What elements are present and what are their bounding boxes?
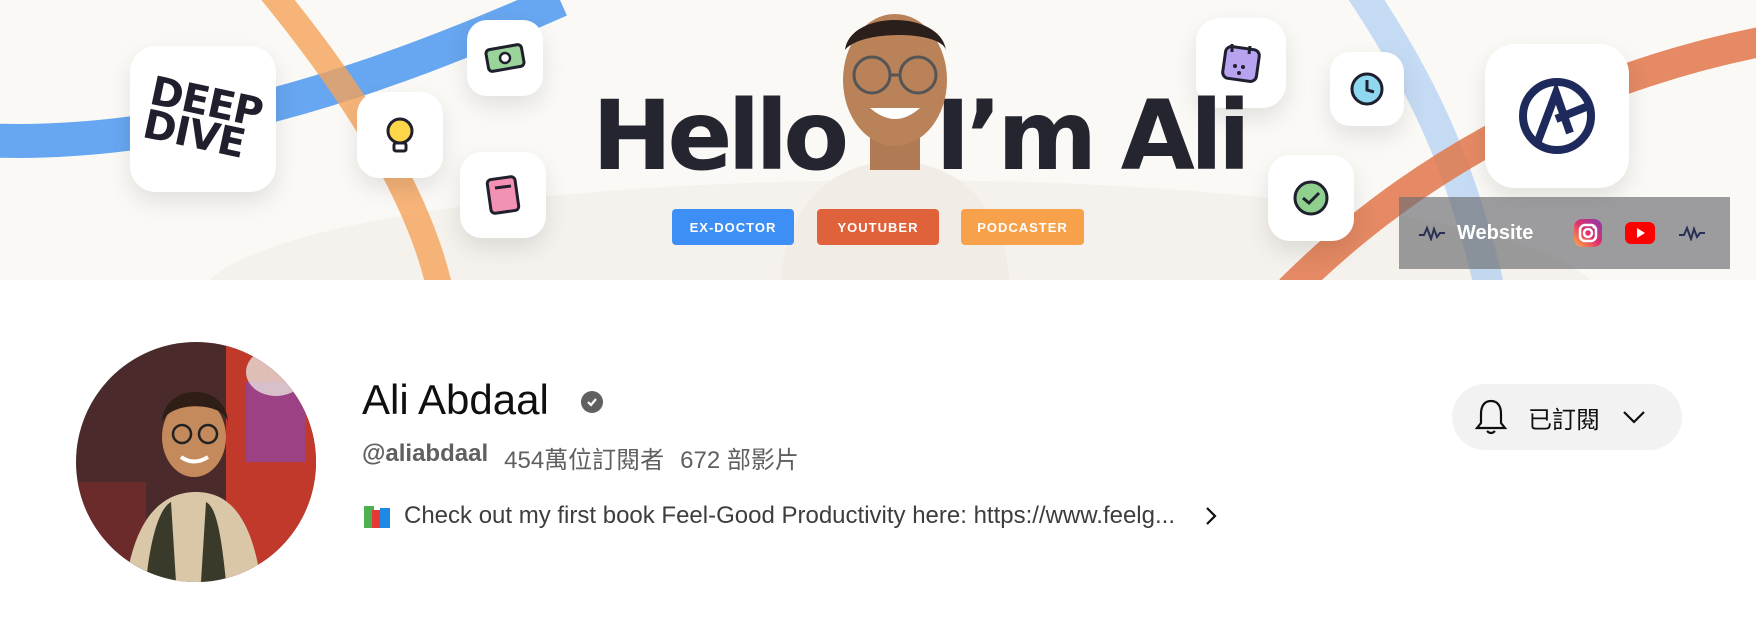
subscribed-label: 已訂閱 — [1528, 406, 1600, 434]
channel-handle: @aliabdaal — [362, 440, 489, 467]
chevron-right-icon[interactable] — [1201, 506, 1221, 526]
waveform-icon[interactable] — [1677, 223, 1707, 243]
bell-icon — [1474, 399, 1508, 435]
channel-meta: @aliabdaal 454萬位訂閱者 672 部影片 — [362, 440, 799, 475]
book-icon — [485, 175, 521, 215]
tag-ex-doctor: EX-DOCTOR — [672, 209, 794, 245]
description-text: Check out my first book Feel-Good Produc… — [404, 502, 1175, 529]
money-icon — [484, 43, 526, 73]
lightbulb-icon — [386, 117, 414, 153]
deep-dive-logo-tile: DEEP DIVE — [130, 46, 276, 192]
clock-tile — [1330, 52, 1404, 126]
money-tile — [467, 20, 543, 96]
instagram-icon[interactable] — [1573, 218, 1603, 248]
book-tile — [460, 152, 546, 238]
video-count: 672 部影片 — [680, 447, 799, 474]
lightbulb-tile — [357, 92, 443, 178]
deep-dive-logo: DEEP DIVE — [139, 68, 267, 168]
channel-name: Ali Abdaal — [362, 376, 549, 423]
subscriber-count: 454萬位訂閱者 — [504, 447, 665, 474]
chevron-down-icon — [1623, 411, 1645, 424]
channel-avatar[interactable] — [76, 342, 316, 582]
youtube-icon[interactable] — [1625, 218, 1656, 248]
website-link[interactable]: Website — [1457, 222, 1533, 245]
tag-podcaster: PODCASTER — [961, 209, 1084, 245]
subscribed-button[interactable]: 已訂閱 — [1452, 384, 1682, 450]
banner-links-bar: Website — [1399, 197, 1730, 269]
channel-banner: DEEP DIVE Hello I’m Ali EX-DOCTOR YOUTUB… — [0, 0, 1756, 280]
verified-check-icon — [581, 391, 603, 413]
clock-icon — [1350, 72, 1384, 106]
af-logo-tile — [1485, 44, 1629, 188]
books-emoji-icon — [362, 502, 392, 530]
check-clock-tile — [1268, 155, 1354, 241]
channel-description[interactable]: Check out my first book Feel-Good Produc… — [362, 502, 1221, 530]
check-clock-icon — [1293, 180, 1329, 216]
waveform-icon[interactable] — [1417, 223, 1447, 243]
ali-abdaal-logo-icon — [1519, 78, 1595, 154]
tag-youtuber: YOUTUBER — [817, 209, 939, 245]
